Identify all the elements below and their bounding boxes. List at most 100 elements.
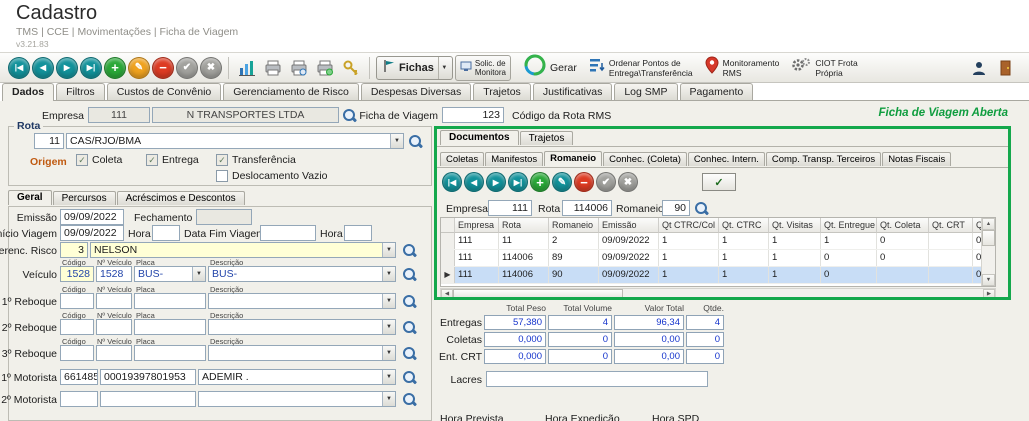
delete-button[interactable]: − bbox=[152, 57, 174, 79]
reboque1-num-field[interactable] bbox=[96, 293, 132, 309]
reboque2-placa-field[interactable] bbox=[134, 319, 206, 335]
dropdown-icon[interactable] bbox=[382, 320, 395, 334]
gerenc-risco-search-icon[interactable] bbox=[402, 243, 416, 257]
monitoramento-rms-button[interactable]: MonitoramentoRMS bbox=[700, 56, 785, 79]
grid-column-header[interactable]: Rota bbox=[499, 218, 549, 233]
dropdown-icon[interactable] bbox=[382, 392, 395, 406]
reboque1-descricao-combo[interactable] bbox=[208, 293, 396, 309]
gerar-button[interactable]: Gerar bbox=[519, 54, 582, 81]
dropdown-icon[interactable] bbox=[382, 370, 395, 384]
dropdown-icon[interactable] bbox=[192, 267, 205, 281]
tab-trajetos[interactable]: Trajetos bbox=[473, 83, 531, 100]
dropdown-icon[interactable] bbox=[382, 243, 395, 257]
checkbox-coleta[interactable]: Coleta bbox=[76, 154, 122, 166]
motorista2-search-icon[interactable] bbox=[402, 392, 416, 406]
scroll-up-icon[interactable] bbox=[982, 218, 995, 230]
fichas-dropdown-icon[interactable] bbox=[438, 57, 450, 79]
tab-geral[interactable]: Geral bbox=[8, 190, 52, 205]
key-icon[interactable] bbox=[339, 56, 363, 80]
doc-cancel-button[interactable]: ✖ bbox=[618, 172, 638, 192]
tab-filtros[interactable]: Filtros bbox=[56, 83, 105, 100]
subtab-manifestos[interactable]: Manifestos bbox=[485, 152, 543, 166]
add-button[interactable]: + bbox=[104, 57, 126, 79]
last-record-button[interactable]: ▶| bbox=[80, 57, 102, 79]
checkbox-transferencia[interactable]: Transferência bbox=[216, 154, 296, 166]
reboque3-search-icon[interactable] bbox=[402, 346, 416, 360]
doc-first-record-button[interactable]: |◀ bbox=[442, 172, 462, 192]
checkbox-entrega[interactable]: Entrega bbox=[146, 154, 199, 166]
reboque2-search-icon[interactable] bbox=[402, 320, 416, 334]
doc-last-record-button[interactable]: ▶| bbox=[508, 172, 528, 192]
reboque1-search-icon[interactable] bbox=[402, 294, 416, 308]
tab-log-smp[interactable]: Log SMP bbox=[614, 83, 677, 100]
veiculo-num-field[interactable]: 1528 bbox=[96, 266, 132, 282]
reboque3-descricao-combo[interactable] bbox=[208, 345, 396, 361]
ficha-viagem-field[interactable]: 123 bbox=[442, 107, 504, 123]
tab-despesas-diversas[interactable]: Despesas Diversas bbox=[361, 83, 471, 100]
grid-column-header[interactable]: Emissão bbox=[599, 218, 659, 233]
confirm-button[interactable]: ✔ bbox=[176, 57, 198, 79]
tab-custos-convenio[interactable]: Custos de Convênio bbox=[107, 83, 222, 100]
doc-edit-button[interactable]: ✎ bbox=[552, 172, 572, 192]
veiculo-search-icon[interactable] bbox=[402, 267, 416, 281]
motorista2-combo[interactable] bbox=[198, 391, 396, 407]
dropdown-icon[interactable] bbox=[382, 267, 395, 281]
veiculo-codigo-field[interactable]: 1528 bbox=[60, 266, 94, 282]
reboque1-placa-field[interactable] bbox=[134, 293, 206, 309]
tab-justificativas[interactable]: Justificativas bbox=[533, 83, 613, 100]
hora-inicio-field[interactable] bbox=[152, 225, 180, 241]
tab-pagamento[interactable]: Pagamento bbox=[680, 83, 754, 100]
motorista2-doc-field[interactable] bbox=[100, 391, 196, 407]
first-record-button[interactable]: |◀ bbox=[8, 57, 30, 79]
rota-search-icon[interactable] bbox=[408, 134, 422, 148]
subtab-comp-transp-terceiros[interactable]: Comp. Transp. Terceiros bbox=[766, 152, 881, 166]
subtab-conhec-coleta[interactable]: Conhec. (Coleta) bbox=[603, 152, 687, 166]
tab-doc-trajetos[interactable]: Trajetos bbox=[520, 131, 574, 145]
doc-empresa-field[interactable]: 111 bbox=[488, 200, 532, 216]
empresa-search-icon[interactable] bbox=[342, 108, 356, 122]
ciot-button[interactable]: CIOT FrotaPrópria bbox=[786, 57, 862, 78]
reboque3-num-field[interactable] bbox=[96, 345, 132, 361]
cancel-button[interactable]: ✖ bbox=[200, 57, 222, 79]
reboque3-placa-field[interactable] bbox=[134, 345, 206, 361]
motorista1-codigo-field[interactable]: 661485 bbox=[60, 369, 98, 385]
chart-icon[interactable] bbox=[235, 56, 259, 80]
doc-add-button[interactable]: + bbox=[530, 172, 550, 192]
reboque2-descricao-combo[interactable] bbox=[208, 319, 396, 335]
tab-acrescimos-descontos[interactable]: Acréscimos e Descontos bbox=[117, 191, 245, 205]
users-icon[interactable] bbox=[966, 60, 992, 76]
grid-column-header[interactable]: Qt. CTRC bbox=[719, 218, 769, 233]
print-preview-icon[interactable] bbox=[287, 56, 311, 80]
scroll-down-icon[interactable] bbox=[982, 274, 995, 286]
lacres-field[interactable] bbox=[486, 371, 708, 387]
subtab-romaneio[interactable]: Romaneio bbox=[544, 151, 602, 166]
grid-column-header[interactable]: Qt CTRC/Col bbox=[659, 218, 719, 233]
emissao-field[interactable]: 09/09/2022 bbox=[60, 209, 124, 225]
doc-confirm-button[interactable]: ✔ bbox=[596, 172, 616, 192]
grid-column-header[interactable]: Qt. CRT bbox=[929, 218, 973, 233]
motorista1-doc-field[interactable]: 00019397801953 bbox=[100, 369, 196, 385]
doc-search-icon[interactable] bbox=[694, 201, 708, 215]
fichas-button[interactable]: Fichas bbox=[376, 56, 453, 80]
dropdown-icon[interactable] bbox=[382, 294, 395, 308]
table-row[interactable]: ▶1111140069009/09/202211100 bbox=[441, 267, 996, 284]
veiculo-placa-combo[interactable]: BUS- bbox=[134, 266, 206, 282]
motorista1-search-icon[interactable] bbox=[402, 370, 416, 384]
doc-romaneio-field[interactable]: 90 bbox=[662, 200, 690, 216]
tab-documentos[interactable]: Documentos bbox=[440, 130, 519, 145]
hora-fim-field[interactable] bbox=[344, 225, 372, 241]
grid-column-header[interactable]: Qt. Entregue bbox=[821, 218, 877, 233]
gerenc-risco-code-field[interactable]: 3 bbox=[60, 242, 88, 258]
reboque3-codigo-field[interactable] bbox=[60, 345, 94, 361]
veiculo-descricao-combo[interactable]: BUS- bbox=[208, 266, 396, 282]
tab-dados[interactable]: Dados bbox=[2, 83, 54, 101]
scroll-thumb[interactable] bbox=[982, 230, 995, 246]
subtab-coletas[interactable]: Coletas bbox=[440, 152, 484, 166]
reboque2-codigo-field[interactable] bbox=[60, 319, 94, 335]
solic-monitora-button[interactable]: Solic. deMonitora bbox=[455, 55, 511, 81]
edit-button[interactable]: ✎ bbox=[128, 57, 150, 79]
grid-column-header[interactable]: Qt. Coleta bbox=[877, 218, 929, 233]
print-icon[interactable] bbox=[261, 56, 285, 80]
doc-rota-field[interactable]: 114006 bbox=[562, 200, 612, 216]
rota-code-field[interactable]: 11 bbox=[34, 133, 64, 149]
